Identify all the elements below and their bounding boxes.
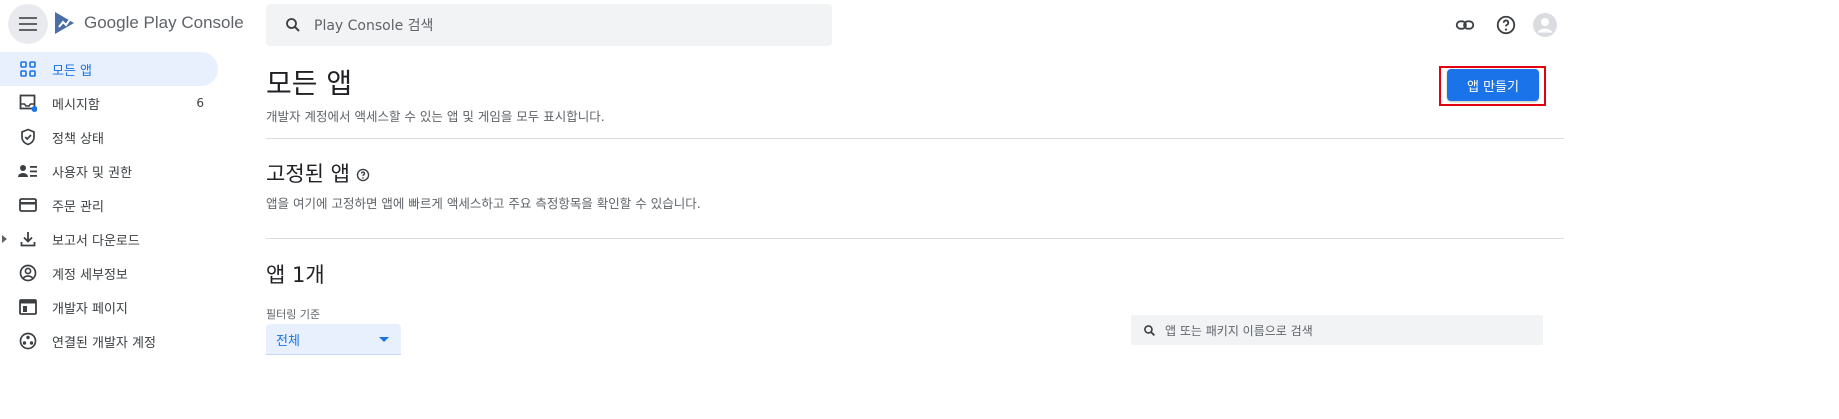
- sidebar-item-linked-developer-accounts[interactable]: 연결된 개발자 계정: [0, 324, 218, 358]
- inbox-count-badge: 6: [196, 96, 204, 110]
- sidebar-item-label: 연결된 개발자 계정: [52, 335, 156, 351]
- page-subtitle: 개발자 계정에서 액세스할 수 있는 앱 및 게임을 모두 표시합니다.: [266, 109, 605, 124]
- main-menu-button[interactable]: [8, 4, 48, 44]
- app-search-bar[interactable]: 앱 또는 패키지 이름으로 검색: [1131, 315, 1543, 345]
- expand-arrow-icon[interactable]: [2, 235, 7, 243]
- people-list-icon: [18, 161, 38, 181]
- pinned-apps-description: 앱을 여기에 고정하면 앱에 빠르게 액세스하고 주요 측정항목을 확인할 수 …: [266, 196, 701, 211]
- sidebar-item-users-permissions[interactable]: 사용자 및 권한: [0, 154, 218, 188]
- filter-dropdown[interactable]: 전체: [266, 324, 401, 355]
- search-input[interactable]: Play Console 검색: [314, 15, 433, 35]
- sidebar-item-order-management[interactable]: 주문 관리: [0, 188, 218, 222]
- account-circle-icon: [18, 263, 38, 283]
- sidebar-item-download-reports[interactable]: 보고서 다운로드: [0, 222, 218, 256]
- search-icon: [286, 18, 300, 32]
- sidebar-item-account-details[interactable]: 계정 세부정보: [0, 256, 218, 290]
- sidebar-item-label: 사용자 및 권한: [52, 165, 133, 181]
- search-icon: [1144, 325, 1156, 337]
- sidebar-item-label: 정책 상태: [52, 131, 104, 147]
- shield-check-icon: [18, 127, 38, 147]
- linked-accounts-icon: [18, 331, 38, 351]
- account-avatar[interactable]: [1533, 13, 1557, 37]
- logo-text: Google Play Console: [84, 13, 244, 32]
- divider: [266, 138, 1564, 139]
- help-icon: [1496, 15, 1516, 35]
- help-icon[interactable]: [356, 168, 370, 182]
- divider: [266, 238, 1564, 239]
- sidebar-item-label: 모든 앱: [52, 63, 93, 79]
- play-console-logo-icon: [55, 12, 74, 34]
- sidebar-item-label: 보고서 다운로드: [52, 233, 140, 249]
- download-icon: [18, 229, 38, 249]
- sidebar-item-label: 메시지함: [52, 97, 100, 113]
- sidebar-item-developer-page[interactable]: 개발자 페이지: [0, 290, 218, 324]
- sidebar-item-label: 계정 세부정보: [52, 267, 128, 283]
- sidebar-item-all-apps[interactable]: 모든 앱: [0, 52, 218, 86]
- app-search-input[interactable]: 앱 또는 패키지 이름으로 검색: [1165, 322, 1313, 339]
- create-app-button[interactable]: 앱 만들기: [1447, 69, 1539, 101]
- filter-label: 필터링 기준: [266, 308, 321, 321]
- page-title: 모든 앱: [266, 67, 353, 100]
- console-search-bar[interactable]: Play Console 검색: [266, 4, 832, 46]
- pinned-apps-heading: 고정된 앱: [266, 158, 370, 188]
- help-button[interactable]: [1494, 13, 1518, 37]
- inbox-icon: [18, 93, 38, 113]
- apps-count-title: 앱 1개: [266, 263, 325, 287]
- sidebar-item-inbox[interactable]: 메시지함 6: [0, 86, 218, 120]
- dropdown-arrow-icon: [379, 337, 389, 342]
- web-page-icon: [18, 297, 38, 317]
- credit-card-icon: [18, 195, 38, 215]
- sidebar-item-policy-status[interactable]: 정책 상태: [0, 120, 218, 154]
- play-console-logo[interactable]: Google Play Console: [52, 10, 244, 36]
- sidebar-item-label: 주문 관리: [52, 199, 104, 215]
- hamburger-icon: [19, 17, 37, 31]
- link-icon: [1455, 20, 1475, 30]
- link-button[interactable]: [1453, 13, 1477, 37]
- sidebar-item-label: 개발자 페이지: [52, 301, 128, 317]
- avatar-icon: [1533, 13, 1557, 37]
- pinned-apps-title: 고정된 앱: [266, 162, 350, 186]
- filter-selected-value: 전체: [276, 334, 300, 349]
- grid-icon: [18, 59, 38, 79]
